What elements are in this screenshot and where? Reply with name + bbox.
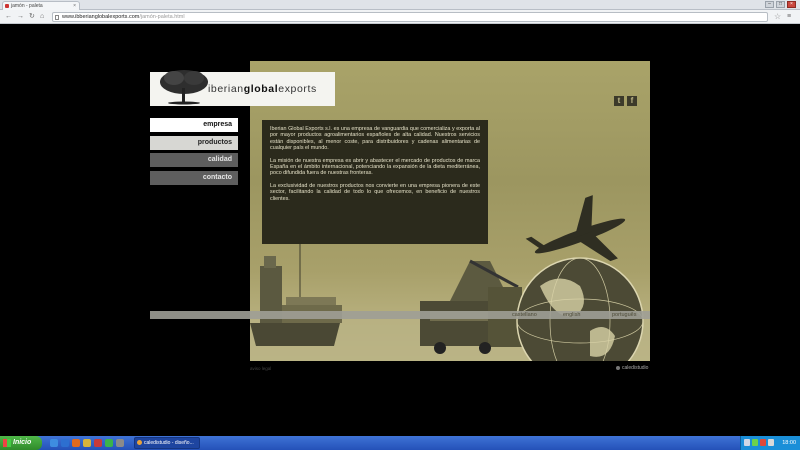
address-toolbar: ← → ↻ ⌂ www.ibberianglobalexports.com/ja… — [0, 10, 800, 24]
lang-portugues[interactable]: português — [612, 311, 636, 319]
minimize-icon[interactable]: – — [765, 1, 774, 8]
description-paragraph: La misión de nuestra empresa es abrir y … — [270, 157, 480, 177]
forward-icon[interactable]: → — [17, 13, 24, 21]
tab-title: jamón - paleta — [11, 3, 43, 9]
browser-tab-bar: jamón - paleta × – □ × — [0, 0, 800, 10]
close-window-icon[interactable]: × — [787, 1, 796, 8]
app-icon[interactable] — [116, 439, 124, 447]
desktop-icon[interactable] — [50, 439, 58, 447]
maximize-icon[interactable]: □ — [776, 1, 785, 8]
menu-item-calidad[interactable]: calidad — [150, 153, 238, 167]
windows-flag-icon — [3, 439, 11, 447]
browser-tab[interactable]: jamón - paleta × — [2, 1, 80, 10]
firefox-icon[interactable] — [72, 439, 80, 447]
taskbar-window-button[interactable]: caledistudio - diseño... — [134, 437, 200, 449]
clock: 18:00 — [782, 440, 796, 446]
credit-link[interactable]: caledistudio — [616, 365, 648, 371]
start-label: Inicio — [13, 439, 32, 446]
description-paragraph: Iberian Global Exports s.l. es una empre… — [270, 126, 480, 152]
bookmark-star-icon[interactable]: ☆ — [774, 13, 781, 21]
page-icon — [55, 15, 59, 20]
company-description: Iberian Global Exports s.l. es una empre… — [262, 120, 488, 244]
twitter-icon[interactable]: t — [614, 96, 624, 106]
folder-icon[interactable] — [83, 439, 91, 447]
chrome-icon[interactable] — [105, 439, 113, 447]
ship-image — [250, 231, 342, 346]
close-tab-icon[interactable]: × — [73, 2, 76, 10]
menu-item-productos[interactable]: productos — [150, 135, 238, 150]
chrome-icon — [137, 440, 142, 445]
volume-icon[interactable] — [768, 439, 774, 446]
facebook-icon[interactable]: f — [627, 96, 637, 106]
back-icon[interactable]: ← — [5, 13, 12, 21]
url-path: /jamón-paleta.html — [139, 14, 185, 20]
studio-icon — [616, 365, 620, 370]
ie-icon[interactable] — [61, 439, 69, 447]
description-paragraph: La exclusividad de nuestros productos no… — [270, 182, 480, 202]
menu-item-empresa[interactable]: empresa — [150, 118, 238, 132]
network-icon[interactable] — [744, 439, 750, 446]
url-domain: www.ibberianglobalexports.com — [62, 14, 140, 20]
lang-english[interactable]: english — [563, 311, 580, 319]
favicon-icon — [5, 4, 9, 8]
globe-image — [516, 257, 644, 361]
quick-launch — [50, 439, 124, 447]
menu-item-contacto[interactable]: contacto — [150, 170, 238, 185]
security-icon[interactable] — [752, 439, 758, 446]
home-icon[interactable]: ⌂ — [40, 13, 44, 21]
tree-logo-icon — [160, 70, 208, 105]
page-content: iberianglobalexports t f empresa product… — [0, 25, 800, 435]
lang-castellano[interactable]: castellano — [512, 311, 537, 319]
window-controls: – □ × — [765, 1, 796, 8]
main-menu: empresa productos calidad contacto — [150, 118, 238, 188]
legal-link[interactable]: aviso legal — [250, 366, 271, 371]
task-label: caledistudio - diseño... — [144, 440, 194, 446]
app-icon[interactable] — [94, 439, 102, 447]
brand-name: iberianglobalexports — [208, 83, 317, 95]
site-logo[interactable]: iberianglobalexports — [150, 70, 335, 106]
url-input[interactable]: www.ibberianglobalexports.com/jamón-pale… — [52, 12, 768, 22]
taskbar: Inicio caledistudio - diseño... 18:00 — [0, 436, 800, 450]
system-tray: 18:00 — [740, 436, 800, 450]
alert-icon[interactable] — [760, 439, 766, 446]
browser-menu-icon[interactable]: ≡ — [787, 13, 791, 21]
social-links: t f — [614, 96, 637, 106]
reload-icon[interactable]: ↻ — [29, 13, 35, 21]
start-button[interactable]: Inicio — [0, 436, 42, 450]
